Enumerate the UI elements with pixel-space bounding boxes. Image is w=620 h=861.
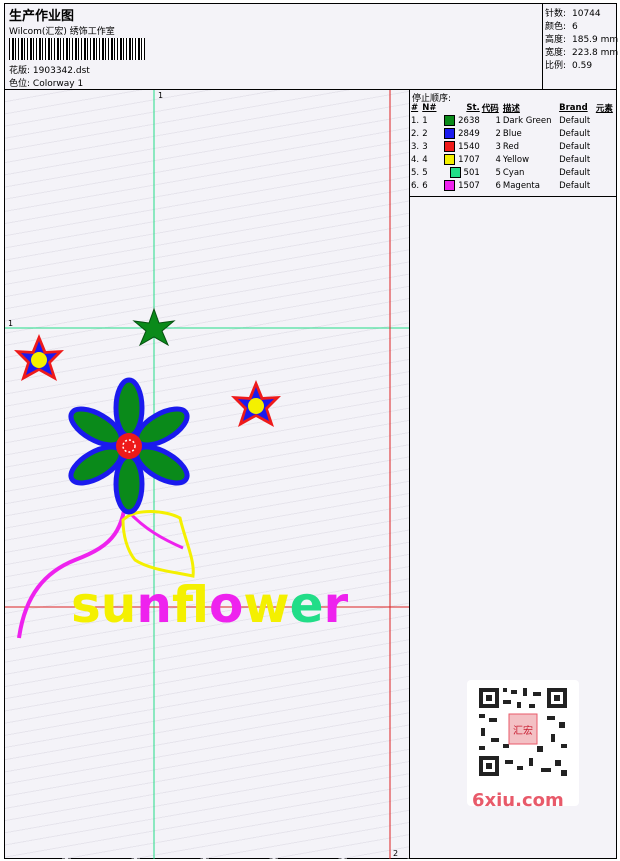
- colorway-row: 色位: Colorway 1: [9, 76, 83, 89]
- guide-label-top: 1: [158, 91, 163, 100]
- table-row: 1. 1 2638 1 Dark Green Default: [411, 115, 591, 126]
- yellow-leaf: [121, 510, 195, 578]
- embroidery-preview: 1 1 2 sunfower: [5, 90, 409, 859]
- sheet-title: 生产作业图: [9, 9, 75, 24]
- color-swatch-dark-green: [444, 115, 456, 126]
- colorway-label: 色位:: [9, 79, 31, 89]
- table-row: 4. 4 1707 4 Yellow Default: [411, 154, 591, 165]
- header-info: 生产作业图 Wilcom(汇宏) 绣饰工作室 花版: 1903342.dst 色…: [7, 4, 537, 89]
- stop-sequence-table: # N# St. 代码 描述 Brand 元素 1. 1 2638 1 Dark…: [410, 102, 616, 192]
- guide-label-bottom: 2: [393, 849, 398, 858]
- stat-stitches: 针数: 10744: [545, 9, 601, 19]
- design-stats: 针数: 10744 颜色: 6 高度: 185.9 mm 宽度: 223.8 mm 比例…: [542, 4, 619, 89]
- file-row: 花版: 1903342.dst: [9, 63, 90, 76]
- col-index: #: [411, 103, 419, 113]
- sunflower-text: sunflower: [71, 576, 349, 634]
- file-value: 1903342.dst: [32, 66, 90, 76]
- sheet-header: 生产作业图 Wilcom(汇宏) 绣饰工作室 花版: 1903342.dst 色…: [5, 4, 619, 90]
- small-flower-left: [14, 334, 64, 381]
- guide-label-left: 1: [8, 319, 13, 328]
- stat-scale: 比例: 0.59: [545, 61, 593, 71]
- qr-code-icon: 汇宏: [477, 686, 569, 778]
- file-label: 花版:: [9, 66, 31, 76]
- color-swatch-cyan: [449, 167, 461, 178]
- table-row: 3. 3 1540 3 Red Default: [411, 141, 591, 152]
- color-swatch-yellow: [444, 154, 456, 165]
- table-row: 5. 5 501 5 Cyan Default: [411, 167, 591, 178]
- table-divider: [410, 196, 616, 197]
- colorway-value: Colorway 1: [32, 79, 84, 89]
- col-stitches: St.: [466, 103, 480, 113]
- studio-name: Wilcom(汇宏) 绣饰工作室: [9, 27, 115, 37]
- color-swatch-magenta: [444, 180, 456, 191]
- stat-width: 宽度: 223.8 mm: [545, 48, 619, 58]
- color-swatch-blue: [444, 128, 456, 139]
- col-code: 代码: [481, 104, 499, 114]
- col-brand: Brand: [559, 103, 588, 113]
- big-flower: [68, 377, 190, 515]
- col-needle: N#: [422, 103, 437, 113]
- col-description: 描述: [502, 104, 520, 114]
- design-canvas: 1 1 2 sunfower: [5, 90, 410, 859]
- stamp-text: 汇宏: [513, 724, 533, 737]
- barcode: [9, 38, 145, 60]
- color-swatch-red: [444, 141, 456, 152]
- table-header-row: # N# St. 代码 描述 Brand 元素: [410, 102, 616, 114]
- table-row: 6. 6 1507 6 Magenta Default: [411, 180, 591, 191]
- watermark-text: 6xiu.com: [472, 790, 564, 811]
- col-element: 元素: [595, 104, 613, 114]
- small-flower-right: [231, 380, 281, 427]
- stat-height: 高度: 185.9 mm: [545, 35, 619, 45]
- table-row: 2. 2 2849 2 Blue Default: [411, 128, 591, 139]
- stat-colors: 颜色: 6: [545, 22, 578, 32]
- watermark-qr-code: 汇宏: [467, 680, 579, 806]
